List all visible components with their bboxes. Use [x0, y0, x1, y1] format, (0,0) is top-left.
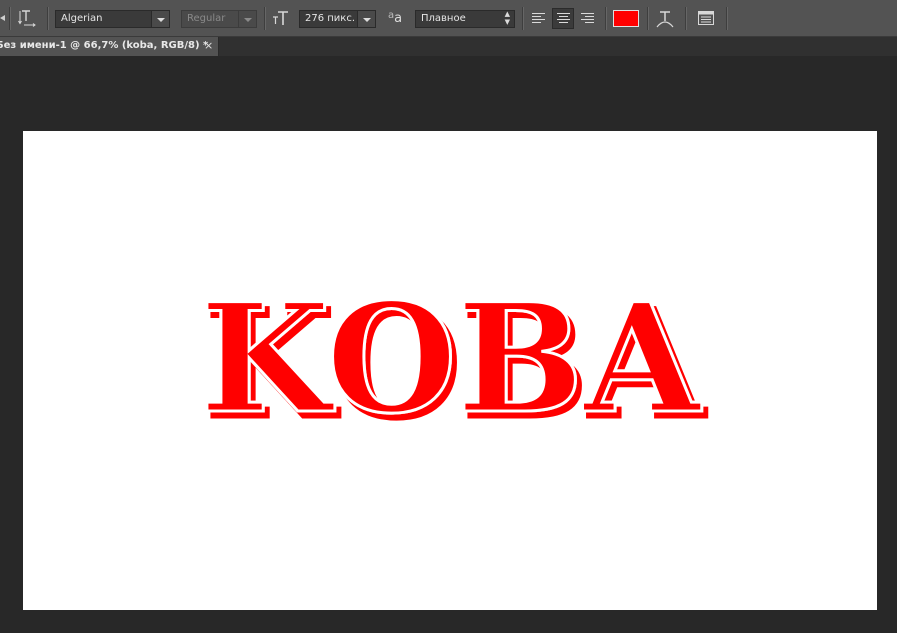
antialias-icon-glyph-a-small: a: [387, 9, 395, 21]
toolbar-separator: [522, 7, 523, 30]
toolbar-separator: [685, 7, 686, 30]
align-center-icon[interactable]: [552, 8, 574, 29]
toolbar-separator: [647, 7, 648, 30]
antialias-value: Плавное: [421, 13, 466, 24]
toolbar-separator: [264, 7, 265, 30]
text-orientation-icon[interactable]: [18, 8, 38, 28]
antialias-dropdown[interactable]: Плавное ▲ ▼: [415, 10, 515, 28]
document-tab[interactable]: Без имени-1 @ 66,7% (koba, RGB/8) * ×: [0, 37, 219, 56]
text-layer-artwork[interactable]: KOBA: [23, 131, 877, 610]
text-layer-koba: KOBA: [200, 271, 703, 447]
tool-preset-arrow-icon[interactable]: [0, 12, 6, 24]
options-bar: Algerian Regular 276 пикс. aa Плавное ▲ ▼: [0, 0, 897, 37]
updown-chevron-icon: ▲ ▼: [504, 10, 510, 26]
document-canvas[interactable]: KOBA: [23, 131, 877, 610]
font-style-value: Regular: [187, 13, 226, 24]
toolbar-separator: [605, 7, 606, 30]
toolbar-separator: [9, 7, 10, 30]
font-size-field[interactable]: 276 пикс.: [299, 10, 358, 28]
document-tab-strip: Без имени-1 @ 66,7% (koba, RGB/8) * ×: [0, 37, 897, 56]
character-panel-icon[interactable]: [697, 9, 715, 27]
font-family-value: Algerian: [61, 13, 103, 24]
align-right-icon[interactable]: [577, 8, 599, 29]
font-size-icon: [271, 8, 291, 28]
antialias-icon: aa: [386, 9, 404, 27]
font-size-chevron-icon[interactable]: [357, 10, 376, 28]
font-size-value: 276 пикс.: [305, 13, 356, 24]
font-family-dropdown[interactable]: Algerian: [55, 10, 152, 28]
font-style-dropdown[interactable]: Regular: [181, 10, 239, 28]
text-color-swatch[interactable]: [613, 10, 639, 27]
align-left-icon[interactable]: [528, 8, 550, 29]
font-style-chevron-icon[interactable]: [238, 10, 257, 28]
document-tab-title: Без имени-1 @ 66,7% (koba, RGB/8) *: [0, 40, 209, 51]
warp-text-icon[interactable]: [655, 8, 675, 30]
toolbar-separator: [47, 7, 48, 30]
close-icon[interactable]: ×: [204, 39, 213, 52]
antialias-icon-glyph-a: a: [394, 10, 403, 26]
toolbar-separator: [726, 7, 727, 30]
font-family-chevron-icon[interactable]: [151, 10, 170, 28]
